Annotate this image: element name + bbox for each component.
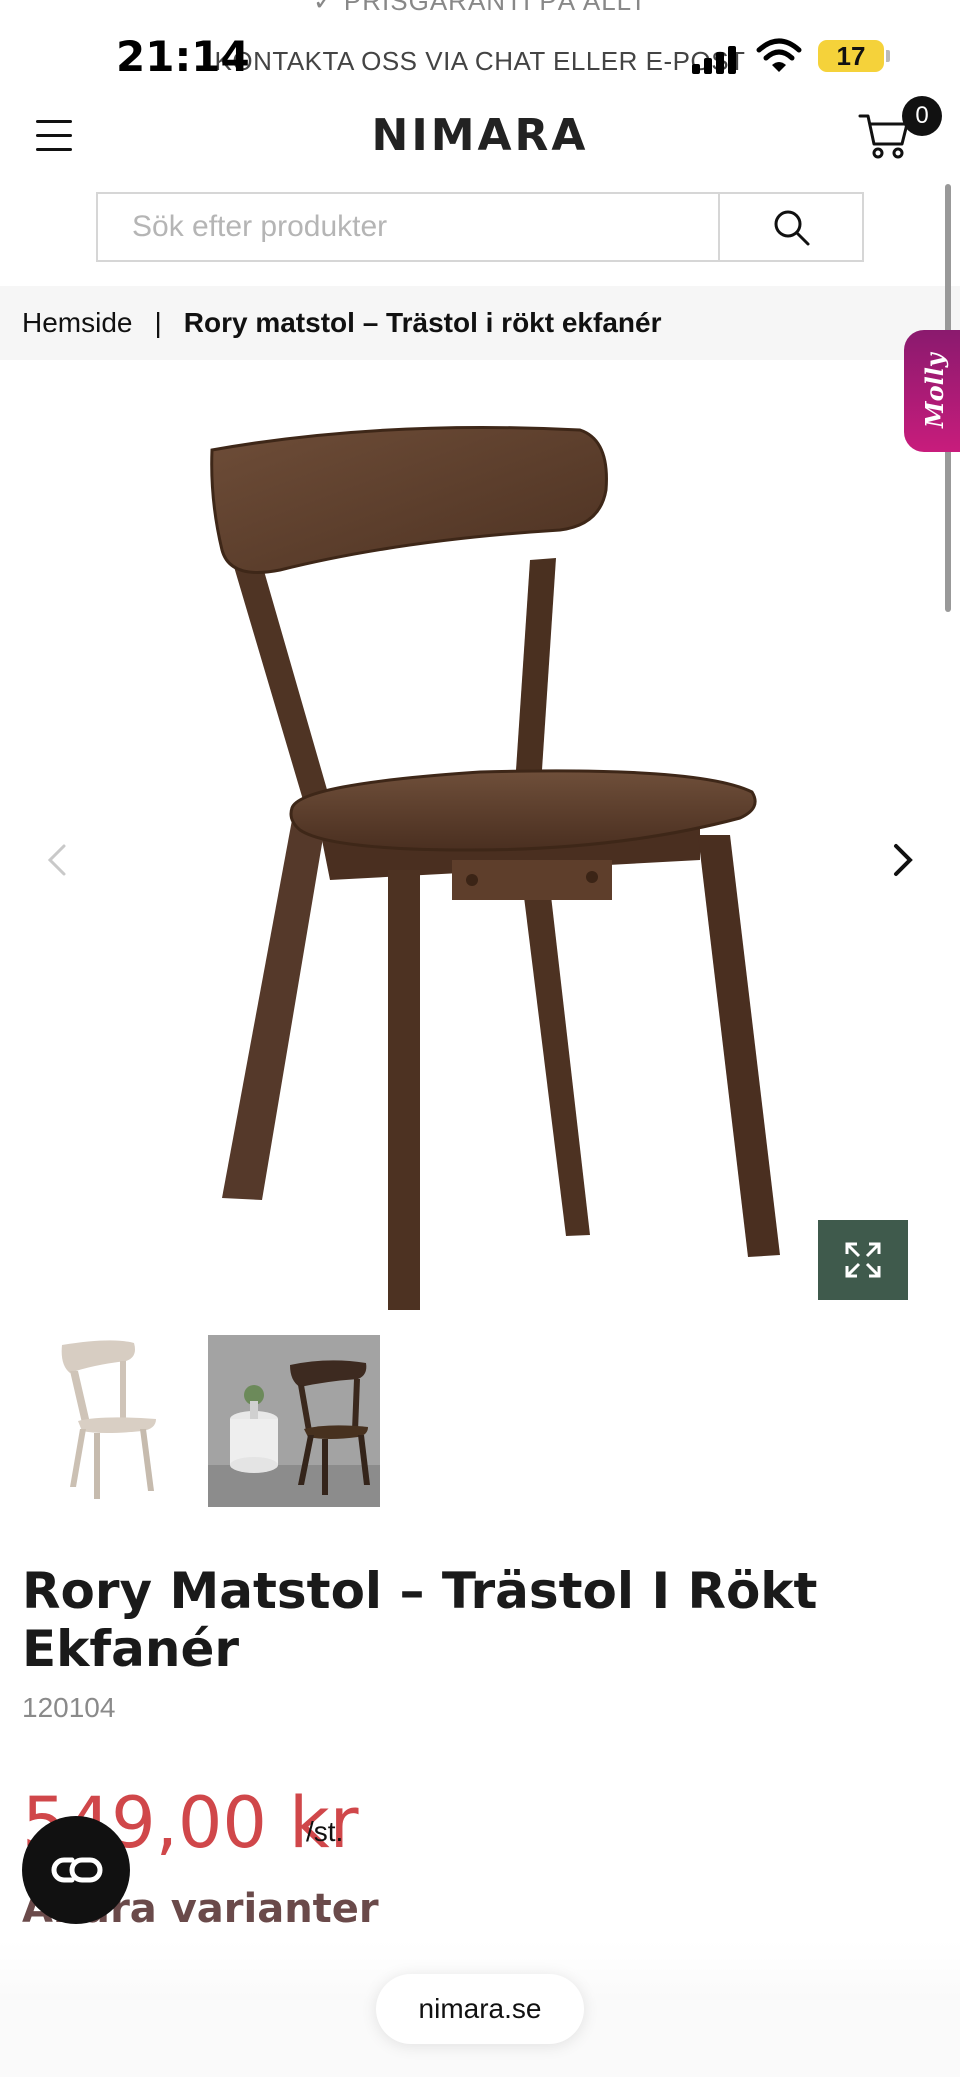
search-input[interactable] [98,194,718,260]
battery-tip [886,50,890,62]
product-title: Rory Matstol – Trästol I Rökt Ekfanér [22,1562,818,1678]
ticker-price-guarantee: ✓ PRISGARANTI PÅ ALLT [312,0,648,16]
breadcrumb-separator: | [154,307,162,338]
chevron-left-icon[interactable] [42,840,72,880]
thumbnail-dark-chair-room[interactable] [208,1335,380,1507]
thumbnail-light-chair-image [61,1340,156,1499]
chevron-right-icon[interactable] [888,840,918,880]
breadcrumb: Hemside | Rory matstol – Trästol i rökt ek… [0,286,960,360]
site-header: NIMARA 0 [0,96,960,180]
product-image-chair[interactable] [0,380,960,1330]
browser-address-bar[interactable]: nimara.se [376,1974,584,2044]
battery-indicator: 17 [818,40,884,72]
thumbnail-light-chair[interactable] [22,1335,194,1507]
thumbnail-dark-chair-image [208,1335,380,1507]
site-logo[interactable]: NIMARA [0,110,960,161]
search-bar [96,192,864,262]
search-button[interactable] [718,194,864,260]
zoom-button[interactable] [818,1220,908,1300]
product-sku: 120104 [22,1692,116,1723]
chat-button[interactable] [22,1816,130,1924]
wifi-icon [756,38,802,72]
search-icon [774,210,810,246]
price-unit: /st. [306,1816,344,1847]
status-time: 21:14 [116,32,250,81]
breadcrumb-current: Rory matstol – Trästol i rökt ekfanér [183,307,662,338]
breadcrumb-home-link[interactable]: Hemside [22,307,132,338]
signal-icon [692,46,738,74]
status-bar: ✓ PRISGARANTI PÅ ALLT KONTAKTA OSS VIA C… [0,0,960,110]
chat-icon [51,1857,103,1883]
cart-count-badge[interactable]: 0 [902,96,942,136]
expand-icon [845,1242,881,1278]
